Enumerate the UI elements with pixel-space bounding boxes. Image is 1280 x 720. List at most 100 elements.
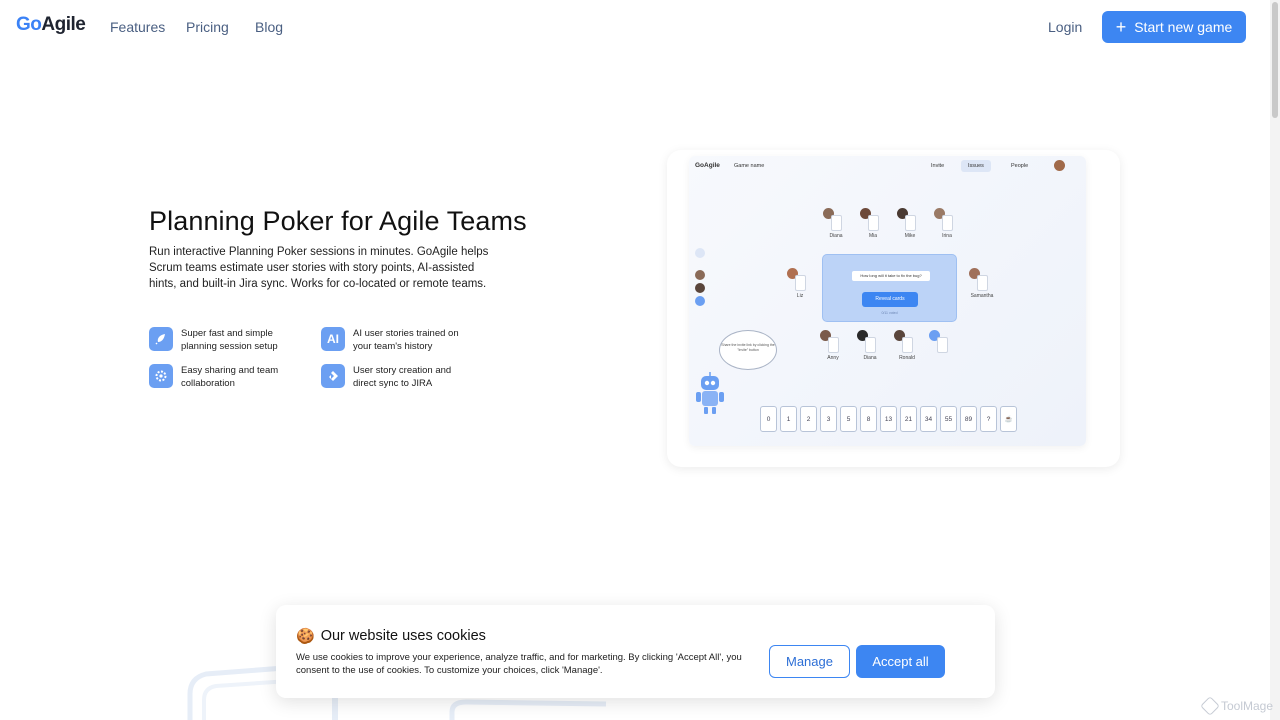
vote-card-deck: 0 1 2 3 5 8 13 21 34 55 89 ? ☕ xyxy=(760,406,1017,432)
player-name: Mike xyxy=(904,233,916,239)
preview-player xyxy=(927,330,957,353)
preview-header: GoAgile Game name Invite Issues People xyxy=(695,160,1081,174)
vote-card: 34 xyxy=(920,406,937,432)
story-question: How long will it take to fix the bug? xyxy=(852,271,930,281)
robot-mascot-icon xyxy=(696,372,724,414)
player-card xyxy=(831,215,842,231)
feature-text: Super fast and simple planning session s… xyxy=(181,328,278,352)
player-name: Mia xyxy=(868,233,878,239)
player-card xyxy=(942,215,953,231)
start-new-game-button[interactable]: + Start new game xyxy=(1102,11,1246,43)
preview-player: Samantha xyxy=(967,268,997,299)
vote-card: 2 xyxy=(800,406,817,432)
cookie-banner: 🍪 Our website uses cookies We use cookie… xyxy=(276,605,995,698)
nav-blog-link[interactable]: Blog xyxy=(255,19,283,35)
coffee-card-icon: ☕ xyxy=(1000,406,1017,432)
cookie-icon: 🍪 xyxy=(296,628,315,645)
vote-card: 8 xyxy=(860,406,877,432)
preview-player: Anny xyxy=(818,330,848,361)
accept-all-cookies-button[interactable]: Accept all xyxy=(856,645,945,678)
vote-card: 5 xyxy=(840,406,857,432)
manage-cookies-button[interactable]: Manage xyxy=(769,645,850,678)
plus-icon: + xyxy=(1115,17,1127,37)
feature-text: AI user stories trained on your team's h… xyxy=(353,328,459,352)
vote-card: 13 xyxy=(880,406,897,432)
start-new-game-label: Start new game xyxy=(1134,19,1233,35)
goagile-logo[interactable]: GoAgile xyxy=(16,14,86,36)
vote-card: 89 xyxy=(960,406,977,432)
invite-hint-bubble: Share the invite link by clicking the "I… xyxy=(719,330,777,370)
cookie-title-text: Our website uses cookies xyxy=(320,628,486,644)
player-name: Diana xyxy=(863,355,877,361)
player-card xyxy=(868,215,879,231)
ai-icon: AI xyxy=(321,327,345,351)
cookie-text: We use cookies to improve your experienc… xyxy=(296,652,742,676)
player-card xyxy=(828,337,839,353)
vote-card: 0 xyxy=(760,406,777,432)
feature-setup: Super fast and simple planning session s… xyxy=(149,327,301,353)
player-card xyxy=(902,337,913,353)
preview-player: Ronald xyxy=(892,330,922,361)
scrollbar-thumb[interactable] xyxy=(1272,2,1278,118)
feature-jira: User story creation and direct sync to J… xyxy=(321,364,473,390)
preview-player: Diana xyxy=(855,330,885,361)
preview-issues: Issues xyxy=(961,160,991,172)
player-name: Diana xyxy=(829,233,843,239)
vote-card: 3 xyxy=(820,406,837,432)
feature-text: User story creation and direct sync to J… xyxy=(353,365,452,389)
preview-sidebar-dot xyxy=(695,270,705,280)
player-name: Irina xyxy=(942,233,952,239)
nav-features-link[interactable]: Features xyxy=(110,19,165,35)
player-card xyxy=(905,215,916,231)
feature-ai: AI AI user stories trained on your team'… xyxy=(321,327,473,353)
login-link[interactable]: Login xyxy=(1048,19,1082,35)
reveal-cards-button: Reveal cards xyxy=(862,292,918,307)
preview-player: Mia xyxy=(858,208,888,239)
preview-logo: GoAgile xyxy=(695,162,720,169)
preview-sidebar-dot xyxy=(695,248,705,258)
preview-invite: Invite xyxy=(931,163,945,169)
feature-sharing: Easy sharing and team collaboration xyxy=(149,364,301,390)
logo-suffix: Agile xyxy=(41,14,86,35)
poker-table: How long will it take to fix the bug? Re… xyxy=(822,254,957,322)
watermark-icon xyxy=(1200,696,1220,716)
site-header: GoAgile Features Pricing Blog Login + St… xyxy=(0,0,1270,54)
preview-player: Irina xyxy=(932,208,962,239)
cookie-title: 🍪 Our website uses cookies xyxy=(296,627,486,645)
logo-prefix: Go xyxy=(16,14,42,35)
vote-card: 1 xyxy=(780,406,797,432)
player-card xyxy=(865,337,876,353)
preview-game-name: Game name xyxy=(734,163,765,169)
preview-player: Liz xyxy=(785,268,815,299)
player-card xyxy=(795,275,806,291)
gear-icon xyxy=(149,364,173,388)
hero-title: Planning Poker for Agile Teams xyxy=(149,206,527,236)
watermark: ToolMage xyxy=(1200,696,1274,716)
preview-sidebar xyxy=(695,248,707,309)
preview-sidebar-dot xyxy=(695,283,705,293)
preview-avatar xyxy=(1054,160,1065,171)
nav-pricing-link[interactable]: Pricing xyxy=(186,19,229,35)
vote-card: 55 xyxy=(940,406,957,432)
rocket-icon xyxy=(149,327,173,351)
feature-text: Easy sharing and team collaboration xyxy=(181,365,279,389)
player-name: Ronald xyxy=(899,355,915,361)
page-scrollbar[interactable] xyxy=(1270,0,1280,720)
jira-icon xyxy=(321,364,345,388)
vote-status: 0/11 voted xyxy=(881,311,898,315)
preview-sidebar-dot xyxy=(695,296,705,306)
vote-card: 21 xyxy=(900,406,917,432)
watermark-text: ToolMage xyxy=(1221,699,1274,713)
preview-screen: GoAgile Game name Invite Issues People D… xyxy=(689,156,1086,446)
preview-player: Diana xyxy=(821,208,851,239)
hero-description: Run interactive Planning Poker sessions … xyxy=(149,246,489,290)
preview-people: People xyxy=(1011,163,1029,169)
player-name: Anny xyxy=(827,355,839,361)
player-name: Liz xyxy=(796,293,804,299)
app-preview: GoAgile Game name Invite Issues People D… xyxy=(667,150,1120,467)
player-card xyxy=(977,275,988,291)
player-name: Samantha xyxy=(970,293,994,299)
player-card xyxy=(937,337,948,353)
vote-card: ? xyxy=(980,406,997,432)
preview-player: Mike xyxy=(895,208,925,239)
